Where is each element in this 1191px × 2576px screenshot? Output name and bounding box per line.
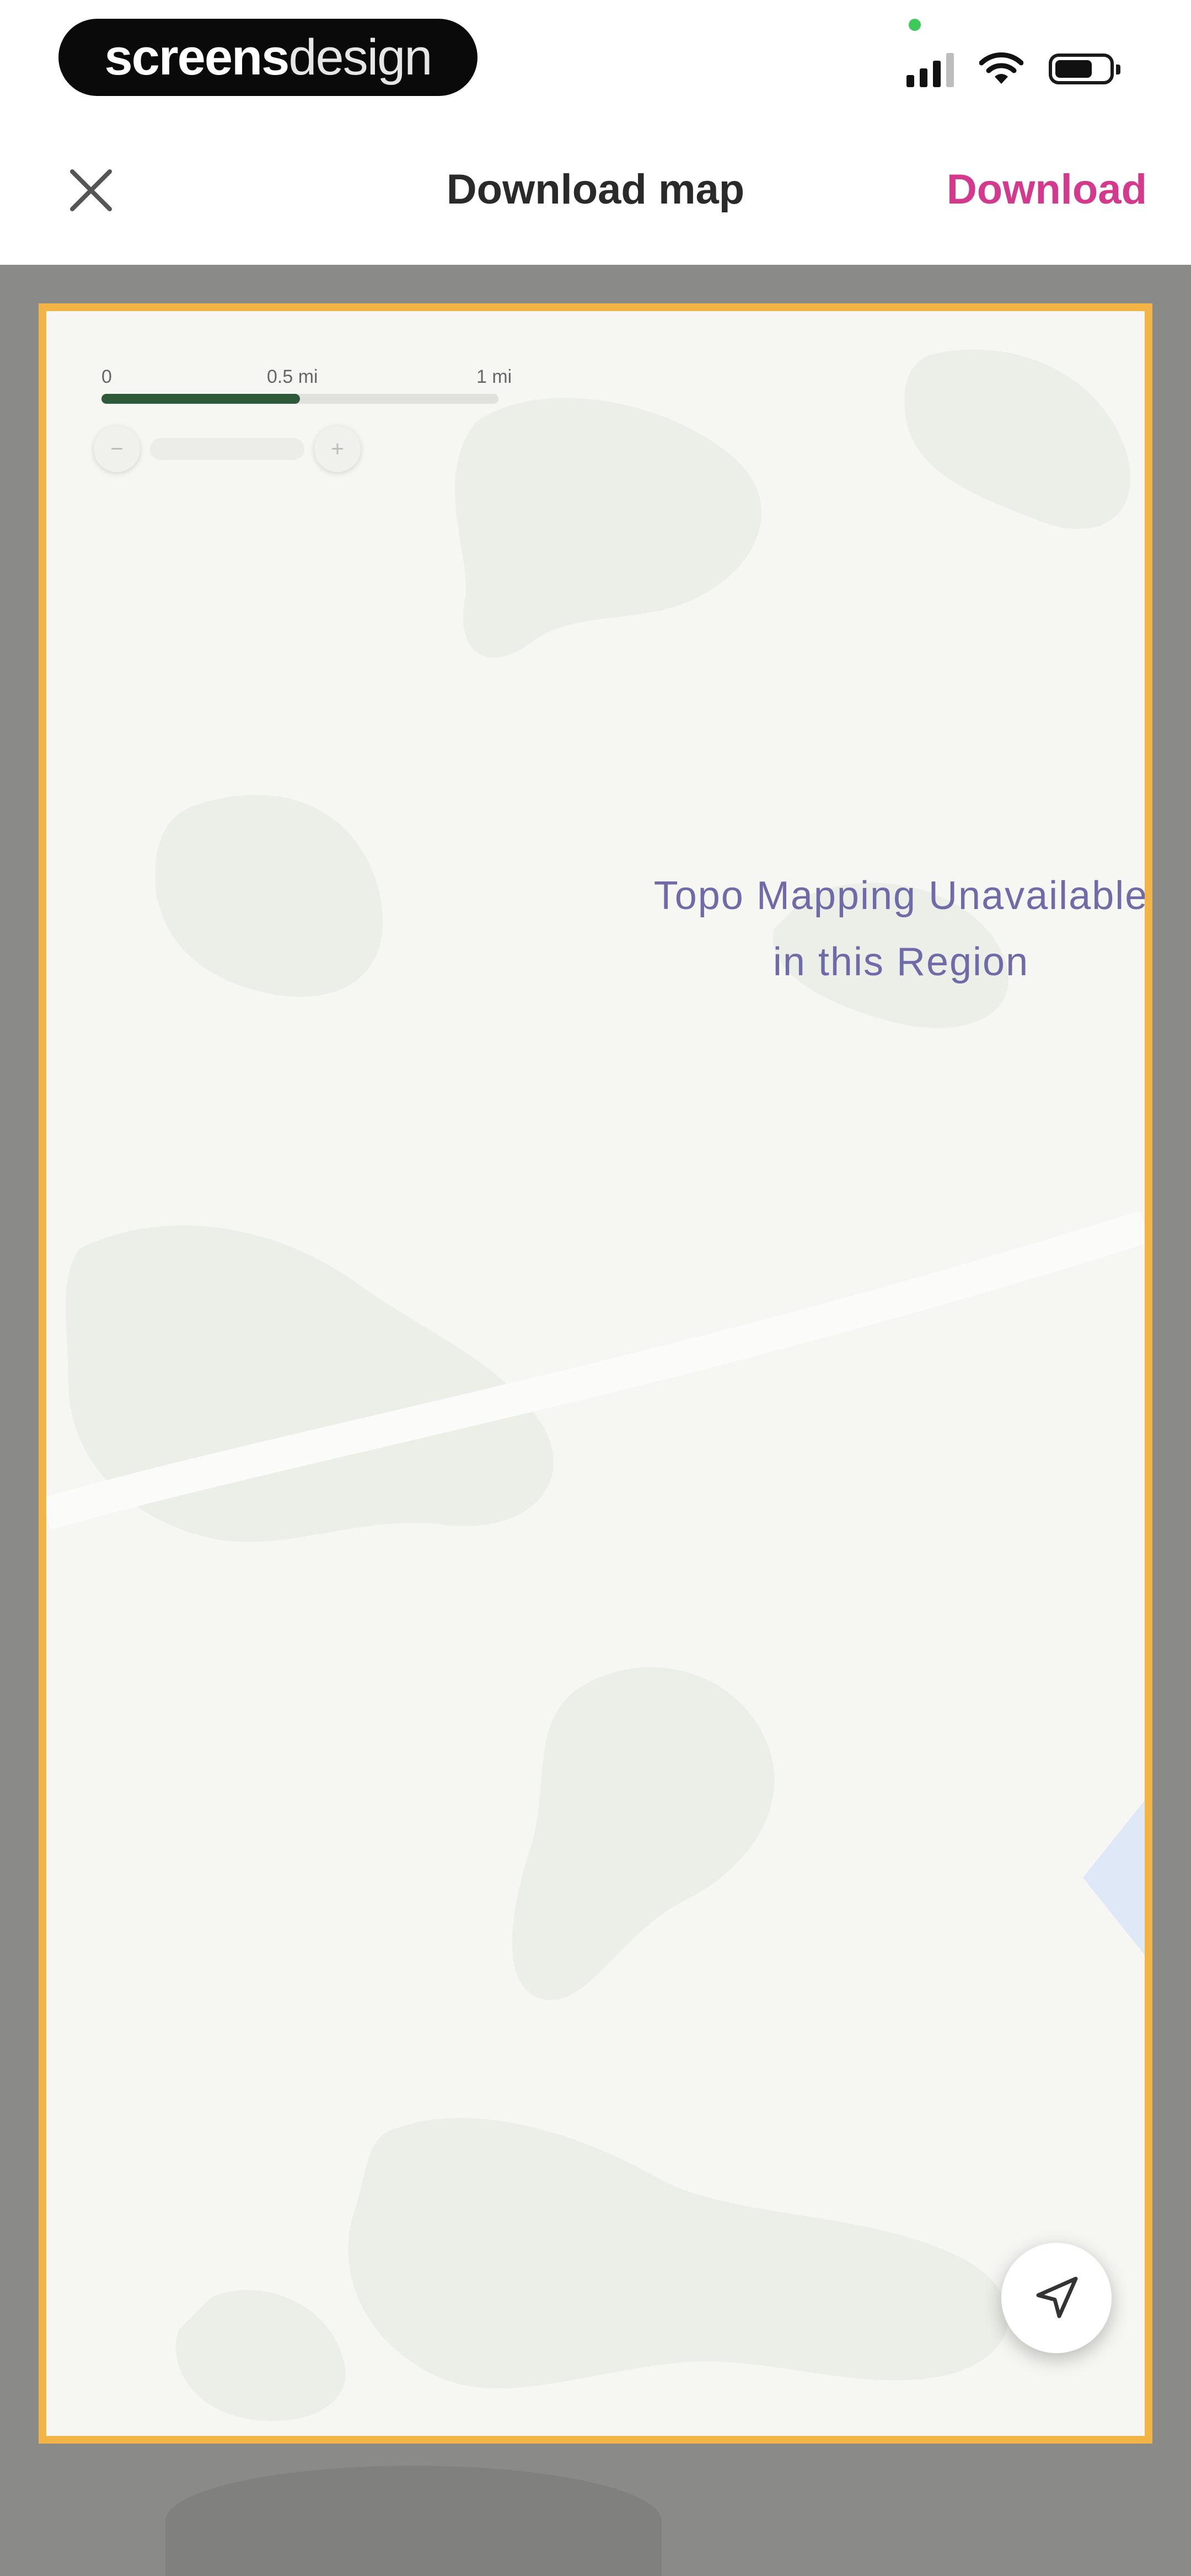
map-terrain [46, 349, 1145, 2422]
location-arrow-icon [1036, 2276, 1078, 2318]
scale-fill [101, 394, 300, 404]
download-map-screen: screens design Download map Download 0 0… [0, 0, 1191, 2576]
scale-label-start: 0 [101, 366, 112, 387]
map-selection-frame[interactable]: 0 0.5 mi 1 mi − + Topo Mapping Unavailab… [39, 303, 1152, 2444]
region-message-line-2: in this Region [772, 940, 1029, 984]
map-scale-bar: 0 0.5 mi 1 mi [101, 366, 521, 421]
nav-bar: Download map Download [0, 121, 1191, 265]
scale-label-mid: 0.5 mi [267, 366, 318, 387]
scale-label-end: 1 mi [476, 366, 512, 387]
region-message-line-1: Topo Mapping Unavailable [653, 874, 1149, 918]
current-location-button[interactable] [1001, 2243, 1112, 2353]
zoom-out-button[interactable]: − [94, 426, 140, 472]
zoom-in-button[interactable]: + [314, 426, 361, 472]
region-unavailable-message: Topo Mapping Unavailable in this Region [543, 863, 1149, 995]
map-zoom-control[interactable]: − + [94, 421, 369, 477]
status-bar: screens design [0, 0, 1191, 121]
scale-labels: 0 0.5 mi 1 mi [101, 366, 521, 388]
battery-icon [1049, 54, 1120, 84]
zoom-track[interactable] [150, 438, 304, 460]
signal-icon [906, 51, 954, 87]
camera-indicator-icon [909, 19, 921, 31]
brand-text-bold: screens [104, 29, 290, 85]
wifi-icon [979, 52, 1023, 84]
backdrop-terrain [165, 2466, 662, 2576]
status-icons [906, 44, 1120, 94]
download-button[interactable]: Download [947, 165, 1147, 213]
scale-track [101, 394, 498, 404]
brand-logo: screens design [58, 19, 478, 96]
brand-text-light: design [288, 29, 432, 85]
